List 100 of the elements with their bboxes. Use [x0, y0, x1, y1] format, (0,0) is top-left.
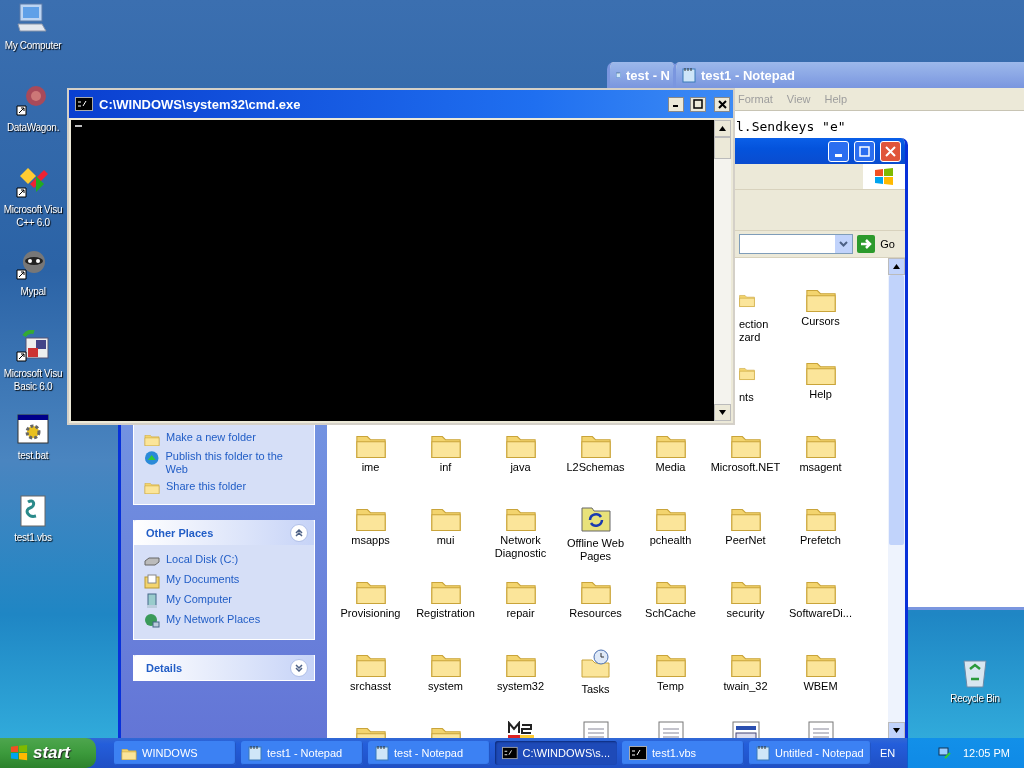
file-name[interactable]: msapps — [351, 534, 390, 547]
file-name[interactable]: Registration — [416, 607, 475, 620]
gear-window-icon — [16, 412, 50, 446]
file-name[interactable]: pchealth — [649, 534, 692, 547]
folder-icon — [121, 749, 137, 761]
scrollbar[interactable] — [714, 120, 731, 421]
taskbar-button[interactable]: test1.vbs — [622, 741, 744, 765]
taskbar-button[interactable]: C:\WINDOWS\s... — [495, 741, 617, 765]
folder-icon — [354, 436, 387, 458]
file-name[interactable]: Network Diagnostic — [483, 534, 558, 560]
folder-icon — [144, 434, 160, 446]
address-field[interactable] — [739, 234, 854, 254]
clock: 12:05 PM — [962, 747, 1010, 759]
shared-folder-icon — [144, 483, 160, 494]
task-link[interactable]: Share this folder — [144, 479, 304, 494]
file-name[interactable]: inf — [439, 461, 452, 474]
file-name[interactable]: Resources — [569, 607, 622, 620]
desktop-icon-label[interactable]: test.bat — [17, 449, 49, 462]
file-name[interactable]: SoftwareDi... — [789, 607, 852, 620]
file-name[interactable]: WBEM — [803, 680, 838, 693]
file-name[interactable]: L2Schemas — [566, 461, 625, 474]
taskbar-button[interactable]: WINDOWS — [114, 741, 236, 765]
collapse-chevron-button[interactable] — [290, 523, 308, 542]
place-link[interactable]: My Computer — [144, 593, 304, 609]
file-name[interactable]: security — [726, 607, 765, 620]
computer-icon — [144, 593, 160, 609]
console-icon — [502, 746, 518, 760]
desktop-icon-label[interactable]: Mypal — [20, 285, 46, 298]
expand-chevron-button[interactable] — [290, 658, 308, 677]
desktop-icon-label[interactable]: test1.vbs — [14, 531, 52, 544]
place-link[interactable]: Local Disk (C:) — [144, 553, 304, 569]
scroll-down-icon[interactable] — [893, 728, 900, 733]
scroll-up-icon[interactable] — [719, 126, 726, 131]
folder-icon — [729, 655, 762, 677]
file-name[interactable]: Provisioning — [340, 607, 401, 620]
folder-icon — [579, 436, 612, 458]
folder-icon — [354, 509, 387, 531]
globe-icon — [144, 449, 160, 466]
place-link[interactable]: My Network Places — [144, 613, 304, 629]
task-link[interactable]: Make a new folder — [144, 431, 304, 446]
file-name[interactable]: SchCache — [645, 607, 696, 620]
file-name[interactable]: Prefetch — [800, 534, 841, 547]
desktop-icon-label[interactable]: Microsoft Visu C++ 6.0 — [3, 203, 63, 229]
maximize-icon — [693, 99, 703, 109]
studio-shortcut-icon — [16, 166, 50, 200]
taskbar-button[interactable]: test1 - Notepad — [241, 741, 363, 765]
desktop-icon-label[interactable]: My Computer — [4, 39, 62, 52]
folder-icon — [429, 582, 462, 604]
file-name[interactable]: system — [428, 680, 463, 693]
scroll-thumb[interactable] — [714, 137, 731, 159]
folder-icon — [654, 509, 687, 531]
start-button[interactable]: start — [0, 738, 96, 768]
folder-icon — [354, 582, 387, 604]
file-name[interactable]: ime — [361, 461, 380, 474]
folder-icon — [429, 509, 462, 531]
file-name[interactable]: Cursors — [801, 315, 840, 328]
scroll-down-icon[interactable] — [719, 410, 726, 415]
text-cursor — [75, 125, 82, 127]
folder-icon — [729, 509, 762, 531]
language-indicator[interactable]: EN — [880, 747, 896, 759]
windows-flag-icon — [10, 744, 28, 762]
file-name[interactable]: java — [510, 461, 531, 474]
close-button[interactable] — [714, 96, 730, 112]
desktop-icon-label[interactable]: DataWagon. — [6, 121, 60, 134]
maximize-button[interactable] — [690, 96, 706, 112]
folder-icon — [429, 436, 462, 458]
file-name[interactable]: PeerNet — [725, 534, 766, 547]
task-link[interactable]: Publish this folder to the Web — [144, 449, 304, 476]
file-name[interactable]: repair — [506, 607, 535, 620]
file-name[interactable]: Help — [809, 388, 832, 401]
network-tray-icon[interactable] — [936, 745, 953, 761]
file-name[interactable]: Media — [655, 461, 686, 474]
file-name[interactable]: twain_32 — [723, 680, 768, 693]
file-name[interactable]: Microsoft.NET — [710, 461, 781, 474]
folder-icon — [804, 290, 837, 312]
folder-icon — [804, 655, 837, 677]
file-name[interactable]: Tasks — [581, 683, 610, 696]
close-icon — [717, 99, 727, 109]
place-link[interactable]: My Documents — [144, 573, 304, 589]
minimize-button[interactable] — [668, 96, 684, 112]
file-name[interactable]: ection zard — [739, 318, 769, 344]
file-name[interactable]: Temp — [657, 680, 684, 693]
file-name[interactable]: mui — [436, 534, 455, 547]
clock-folder-icon — [579, 648, 612, 680]
text-line: l.Sendkeys "e" — [736, 119, 846, 134]
window-title: C:\WINDOWS\system32\cmd.exe — [99, 96, 302, 112]
console-icon — [75, 97, 93, 111]
go-button[interactable]: Go — [857, 235, 901, 253]
file-name[interactable]: system32 — [496, 680, 545, 693]
file-name[interactable]: msagent — [799, 461, 842, 474]
taskbar-button[interactable]: test - Notepad — [368, 741, 490, 765]
desktop-icon-label[interactable]: Microsoft Visu Basic 6.0 — [3, 367, 63, 393]
taskbar-button[interactable]: Untitled - Notepad — [749, 741, 871, 765]
folder-icon — [804, 509, 837, 531]
file-name[interactable]: nts — [739, 391, 754, 404]
folder-icon — [504, 509, 537, 531]
scroll-up-icon[interactable] — [893, 264, 900, 269]
file-name[interactable]: srchasst — [350, 680, 391, 693]
file-name[interactable]: Offline Web Pages — [558, 537, 633, 563]
scrollbar[interactable] — [888, 258, 905, 738]
